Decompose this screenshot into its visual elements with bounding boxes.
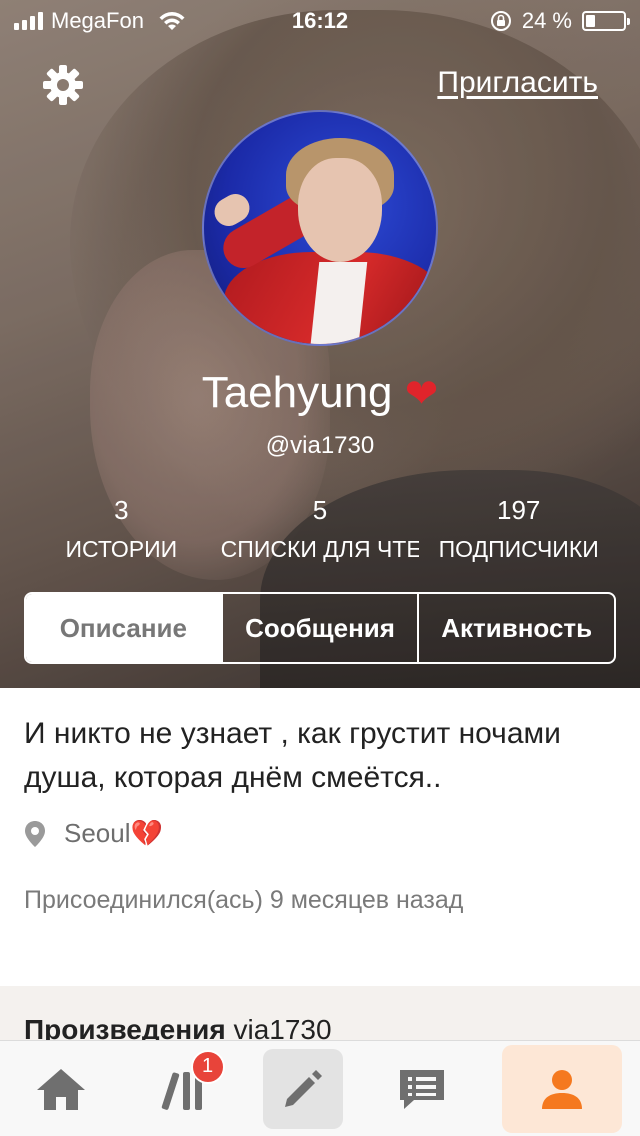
profile-stats: 3 ИСТОРИИ 5 СПИСКИ ДЛЯ ЧТЕ 197 ПОДПИСЧИК…: [22, 494, 618, 566]
nav-write[interactable]: [262, 1048, 343, 1129]
profile-handle: @via1730: [265, 432, 375, 459]
stat-value: 5: [312, 495, 328, 525]
profile-cover: MegaFon 16:12 24 % Пригласить Taehyung ❤…: [0, 0, 640, 688]
gear-icon[interactable]: [42, 64, 84, 106]
bottom-nav: 1: [0, 1040, 640, 1136]
profile-location: Seoul💔: [24, 818, 163, 849]
avatar[interactable]: [202, 110, 438, 346]
stat-value: 197: [496, 495, 541, 525]
joined-date: Присоединился(ась) 9 месяцев назад: [24, 886, 464, 914]
nav-library[interactable]: 1: [141, 1046, 227, 1132]
profile-name: Taehyung ❤: [0, 368, 640, 418]
tab-activity[interactable]: Активность: [417, 594, 614, 662]
stat-label: ИСТОРИИ: [65, 536, 178, 562]
profile-tabs: Описание Сообщения Активность: [24, 592, 616, 664]
tab-messages[interactable]: Сообщения: [220, 594, 418, 662]
status-bar: MegaFon 16:12 24 %: [0, 0, 640, 40]
stat-label: ПОДПИСЧИКИ: [438, 536, 599, 562]
stat-stories[interactable]: 3 ИСТОРИИ: [22, 494, 221, 566]
stat-value: 3: [114, 495, 129, 525]
profile-bio: И никто не узнает , как грустит ночами д…: [24, 717, 561, 794]
nav-profile[interactable]: [501, 1044, 622, 1133]
location-text: Seoul: [64, 818, 131, 848]
nav-messages[interactable]: [379, 1046, 465, 1132]
profile-name-text: Taehyung: [201, 368, 393, 417]
broken-heart-icon: 💔: [130, 818, 163, 848]
battery-icon: [582, 11, 630, 31]
notification-badge: 1: [190, 1049, 225, 1084]
stat-followers[interactable]: 197 ПОДПИСЧИКИ: [419, 494, 618, 566]
home-icon: [37, 1068, 86, 1110]
stat-reading-lists[interactable]: 5 СПИСКИ ДЛЯ ЧТЕ: [221, 494, 420, 566]
profile-icon: [541, 1069, 582, 1109]
heart-icon: ❤: [404, 372, 439, 416]
messages-icon: [400, 1069, 445, 1109]
stat-label: СПИСКИ ДЛЯ ЧТЕ: [220, 536, 420, 562]
tab-about[interactable]: Описание: [26, 594, 221, 662]
rotation-lock-icon: [490, 11, 511, 31]
pencil-icon: [284, 1069, 322, 1107]
location-pin-icon: [25, 820, 45, 847]
nav-home[interactable]: [18, 1046, 104, 1132]
battery-percent: 24 %: [521, 8, 572, 33]
invite-link[interactable]: Пригласить: [437, 66, 598, 100]
